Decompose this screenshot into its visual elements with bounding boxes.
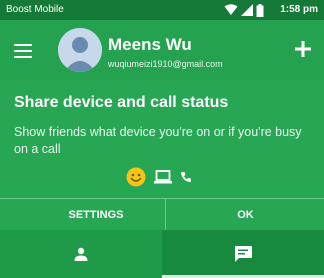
avatar-person-icon [58,28,102,72]
bottom-navigation [0,230,324,278]
battery-icon [256,3,264,17]
status-icons [224,3,264,17]
ok-button[interactable]: OK [165,199,324,231]
tab-contacts[interactable] [0,230,162,278]
phone-icon [181,172,191,183]
user-email: wuqiumeizi1910@gmail.com [108,59,223,69]
signal-icon [241,4,253,16]
person-icon [74,247,88,261]
clock: 1:58 pm [280,4,318,15]
carrier-name: Boost Mobile [6,4,64,15]
share-status-card: Share device and call status Show friend… [0,80,324,231]
settings-button[interactable]: SETTINGS [0,199,192,231]
status-indicators [126,167,192,187]
app-bar: Meens Wu wuqiumeizi1910@gmail.com [0,20,324,80]
status-bar: Boost Mobile 1:58 pm [0,0,324,20]
user-name: Meens Wu [108,35,192,54]
plus-icon[interactable] [294,40,312,58]
menu-icon[interactable] [14,44,32,58]
card-description: Show friends what device you're on or if… [14,125,302,156]
card-actions: SETTINGS OK [0,198,324,231]
chat-icon [235,246,252,262]
laptop-icon [154,170,172,184]
avatar[interactable] [58,28,102,72]
wifi-icon [224,4,238,15]
tab-messages[interactable] [162,230,324,278]
card-title: Share device and call status [14,94,229,111]
smiley-icon [126,167,146,187]
